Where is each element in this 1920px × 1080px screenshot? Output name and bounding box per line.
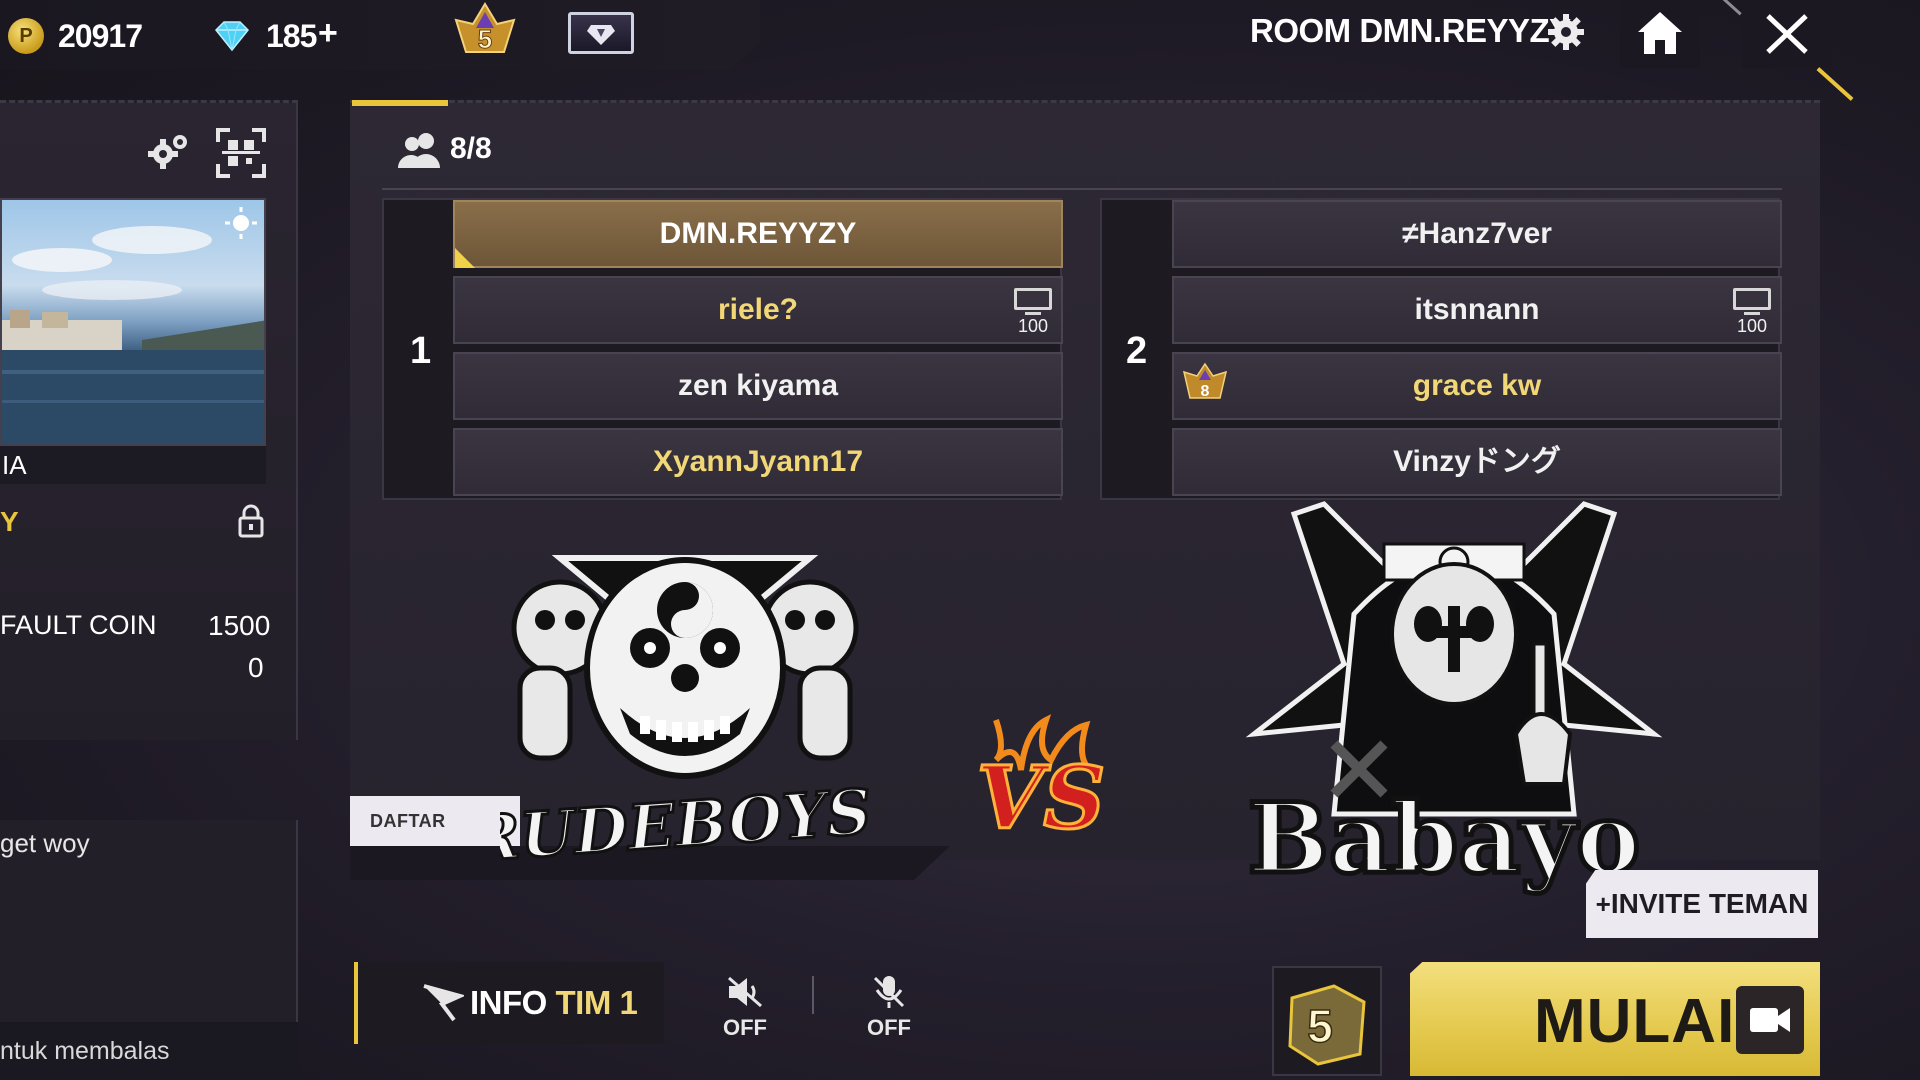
home-icon (1638, 12, 1682, 54)
dice-value: 5 (1307, 1000, 1333, 1052)
record-button[interactable] (1736, 986, 1804, 1054)
team-1-number: 1 (410, 330, 432, 372)
topup-plus-button[interactable]: + (318, 14, 338, 53)
team-2-slot-2[interactable]: itsnnann (1172, 276, 1782, 344)
pc-player-icon: 100 (1732, 288, 1772, 336)
close-icon (1766, 14, 1808, 54)
players-icon (398, 133, 440, 168)
pc-player-icon: 100 (1013, 288, 1053, 336)
chat-message: get woy (0, 828, 90, 858)
flag-icon (423, 984, 464, 1022)
player-count: 8/8 (450, 132, 492, 165)
decor-slash (1720, 0, 1742, 16)
divider (382, 188, 1782, 190)
pc-badge-value: 100 (1736, 316, 1768, 336)
map-thumbnail[interactable] (0, 198, 266, 446)
vs-emblem: VS (975, 714, 1107, 850)
team-1-logo-text: RUDEBOYS! (500, 773, 870, 876)
team-2-logo: Babayo (1245, 501, 1663, 898)
mic-toggle[interactable]: OFF (864, 974, 914, 1044)
start-label: MULAI (1534, 987, 1736, 1056)
team-1-logo: RUDEBOYS! (500, 555, 870, 878)
divider (812, 976, 814, 1014)
diamond-icon (214, 21, 250, 52)
room-title: ROOM DMN.REYYZY (1250, 12, 1571, 49)
team-2-slot-3[interactable]: grace kw (1172, 352, 1782, 420)
spectator-list-tab[interactable]: DAFTAR PENONTON (350, 796, 520, 846)
default-coin-label: FAULT COIN (0, 610, 157, 640)
team-2-slot-1[interactable]: ≠Hanz7ver (1172, 200, 1782, 268)
invite-label: INVITE TEMAN (1610, 888, 1809, 919)
plus-icon: + (1595, 889, 1611, 919)
diamond-balance: 185 (266, 18, 317, 54)
rank-level: 5 (478, 24, 492, 54)
speaker-state: OFF (723, 1015, 767, 1040)
team-1-slot-3[interactable]: zen kiyama (453, 352, 1063, 420)
qr-scan-icon[interactable] (216, 128, 266, 178)
team-2-logo-text: Babayo (1248, 782, 1640, 895)
room-settings-gear-icon[interactable] (1546, 12, 1586, 52)
rank-value: 8 (1201, 383, 1210, 400)
sun-icon (225, 207, 257, 239)
lock-icon (238, 504, 264, 538)
room-config-gears-icon[interactable] (146, 130, 192, 174)
rank-badge-icon: 8 (1182, 362, 1228, 400)
vs-text: VS (977, 748, 1106, 849)
team-1-slot-1[interactable]: DMN.REYYZY (453, 200, 1063, 268)
team-info-label: INFO TIM 1 (470, 984, 638, 1021)
decor-slash (1816, 67, 1854, 101)
video-camera-icon (1750, 1008, 1790, 1032)
rank-badge-icon[interactable]: 5 (452, 2, 518, 64)
dice-icon: 5 (1288, 984, 1366, 1066)
close-button[interactable] (1742, 0, 1832, 68)
home-button[interactable] (1620, 0, 1700, 68)
mic-state: OFF (867, 1015, 911, 1040)
host-flag-icon (455, 248, 475, 268)
map-name: IA (0, 446, 266, 484)
team-1-slot-4[interactable]: XyannJyann17 (453, 428, 1063, 496)
elite-pass-icon[interactable] (568, 12, 634, 54)
default-coin-value: 1500 (208, 610, 271, 641)
chat-input[interactable]: ntuk membalas (0, 1022, 298, 1080)
speaker-muted-icon (728, 976, 762, 1008)
gold-coin-icon: P (8, 18, 44, 54)
speaker-toggle[interactable]: OFF (720, 974, 770, 1044)
tab-indicator (352, 100, 448, 106)
team-2-slot-4[interactable]: Vinzyドング (1172, 428, 1782, 496)
invite-friends-button[interactable]: +INVITE TEMAN (1586, 870, 1818, 938)
pc-badge-value: 100 (1017, 316, 1049, 336)
team-2-number: 2 (1126, 330, 1148, 372)
mode-indicator: Y (0, 506, 19, 537)
gold-coin-balance: 20917 (58, 18, 143, 54)
mic-muted-icon (873, 976, 905, 1008)
secondary-value: 0 (248, 652, 264, 683)
dice-button[interactable]: 5 (1272, 966, 1382, 1076)
team-1-slot-2[interactable]: riele? (453, 276, 1063, 344)
